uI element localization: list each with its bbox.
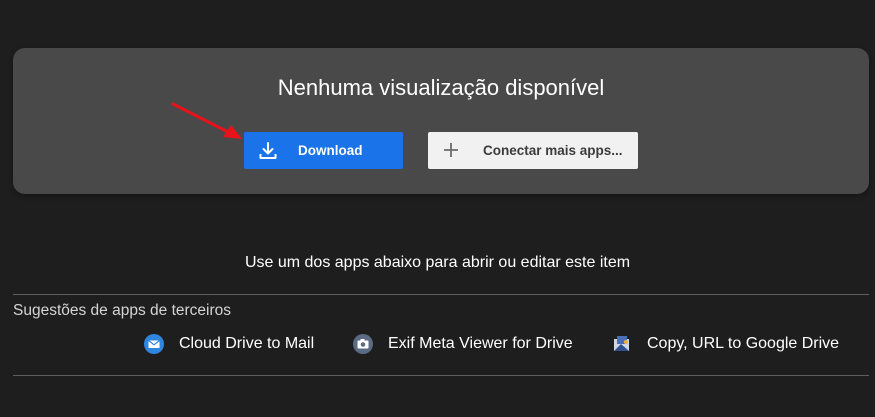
app-copy-url-to-google-drive[interactable]: Copy, URL to Google Drive <box>611 333 839 355</box>
open-with-prompt: Use um dos apps abaixo para abrir ou edi… <box>244 254 631 271</box>
plus-icon <box>444 143 458 157</box>
connect-more-apps-button[interactable]: Conectar mais apps... <box>428 132 638 169</box>
app-name: Cloud Drive to Mail <box>179 335 315 352</box>
suggestions-title: Sugestões de apps de terceiros <box>13 302 231 319</box>
section-divider-bottom <box>13 375 869 376</box>
section-divider-top <box>13 294 869 295</box>
no-preview-card: Nenhuma visualização disponível Download… <box>13 48 869 194</box>
no-preview-title: Nenhuma visualização disponível <box>277 75 605 100</box>
download-icon <box>259 142 277 159</box>
app-exif-meta-viewer[interactable]: Exif Meta Viewer for Drive <box>352 333 573 355</box>
app-name: Copy, URL to Google Drive <box>647 335 840 352</box>
mail-icon <box>144 334 164 354</box>
download-button[interactable]: Download <box>244 132 403 169</box>
app-name: Exif Meta Viewer for Drive <box>388 335 573 352</box>
annotation-arrow-icon <box>171 102 242 139</box>
connect-more-apps-label: Conectar mais apps... <box>483 143 623 158</box>
copy-url-icon <box>614 336 629 351</box>
camera-icon <box>353 334 373 354</box>
app-cloud-drive-to-mail[interactable]: Cloud Drive to Mail <box>143 333 314 355</box>
download-button-label: Download <box>298 143 363 158</box>
